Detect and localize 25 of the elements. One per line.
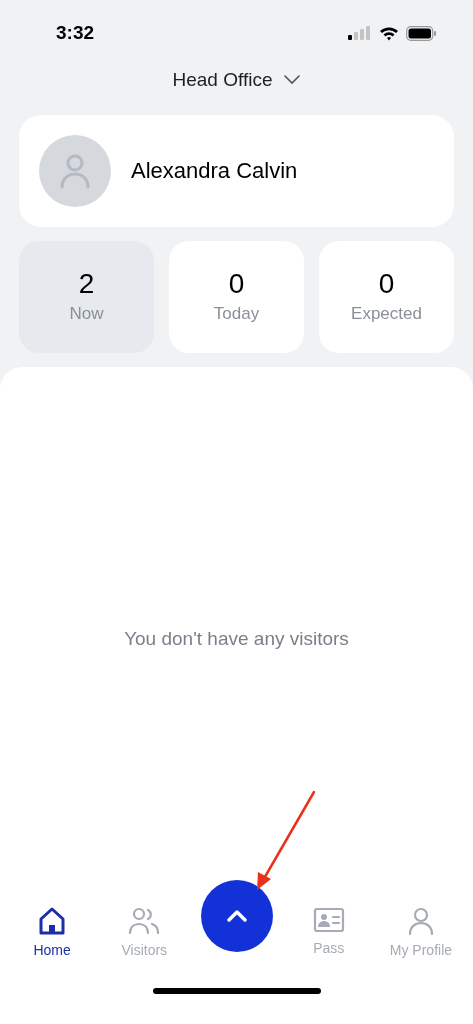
empty-message: You don't have any visitors: [124, 627, 349, 651]
clock: 3:32: [56, 20, 95, 45]
id-card-icon: [312, 906, 345, 934]
stat-label: Now: [69, 303, 104, 326]
chevron-up-icon: [225, 909, 248, 923]
signal-icon: [348, 26, 372, 40]
chevron-down-icon: [284, 75, 301, 86]
person-icon: [406, 906, 435, 936]
stat-value: 0: [378, 267, 395, 302]
user-name: Alexandra Calvin: [131, 157, 298, 185]
stat-label: Today: [213, 303, 260, 326]
nav-tab[interactable]: Home: [33, 882, 71, 961]
stat-tile[interactable]: 2 Now: [19, 240, 154, 353]
battery-icon: [406, 25, 437, 41]
stat-value: 2: [78, 267, 95, 302]
people-icon: [128, 906, 161, 936]
profile-card[interactable]: Alexandra Calvin: [19, 114, 454, 227]
stat-value: 0: [228, 267, 245, 302]
stat-tile[interactable]: 0 Today: [169, 240, 304, 353]
home-icon: [37, 906, 68, 936]
stat-label: Expected: [351, 303, 422, 326]
location-dropdown[interactable]: Head Office: [168, 66, 305, 95]
wifi-icon: [379, 25, 399, 41]
stat-tile[interactable]: 0 Expected: [319, 240, 454, 353]
person-icon: [59, 152, 91, 189]
